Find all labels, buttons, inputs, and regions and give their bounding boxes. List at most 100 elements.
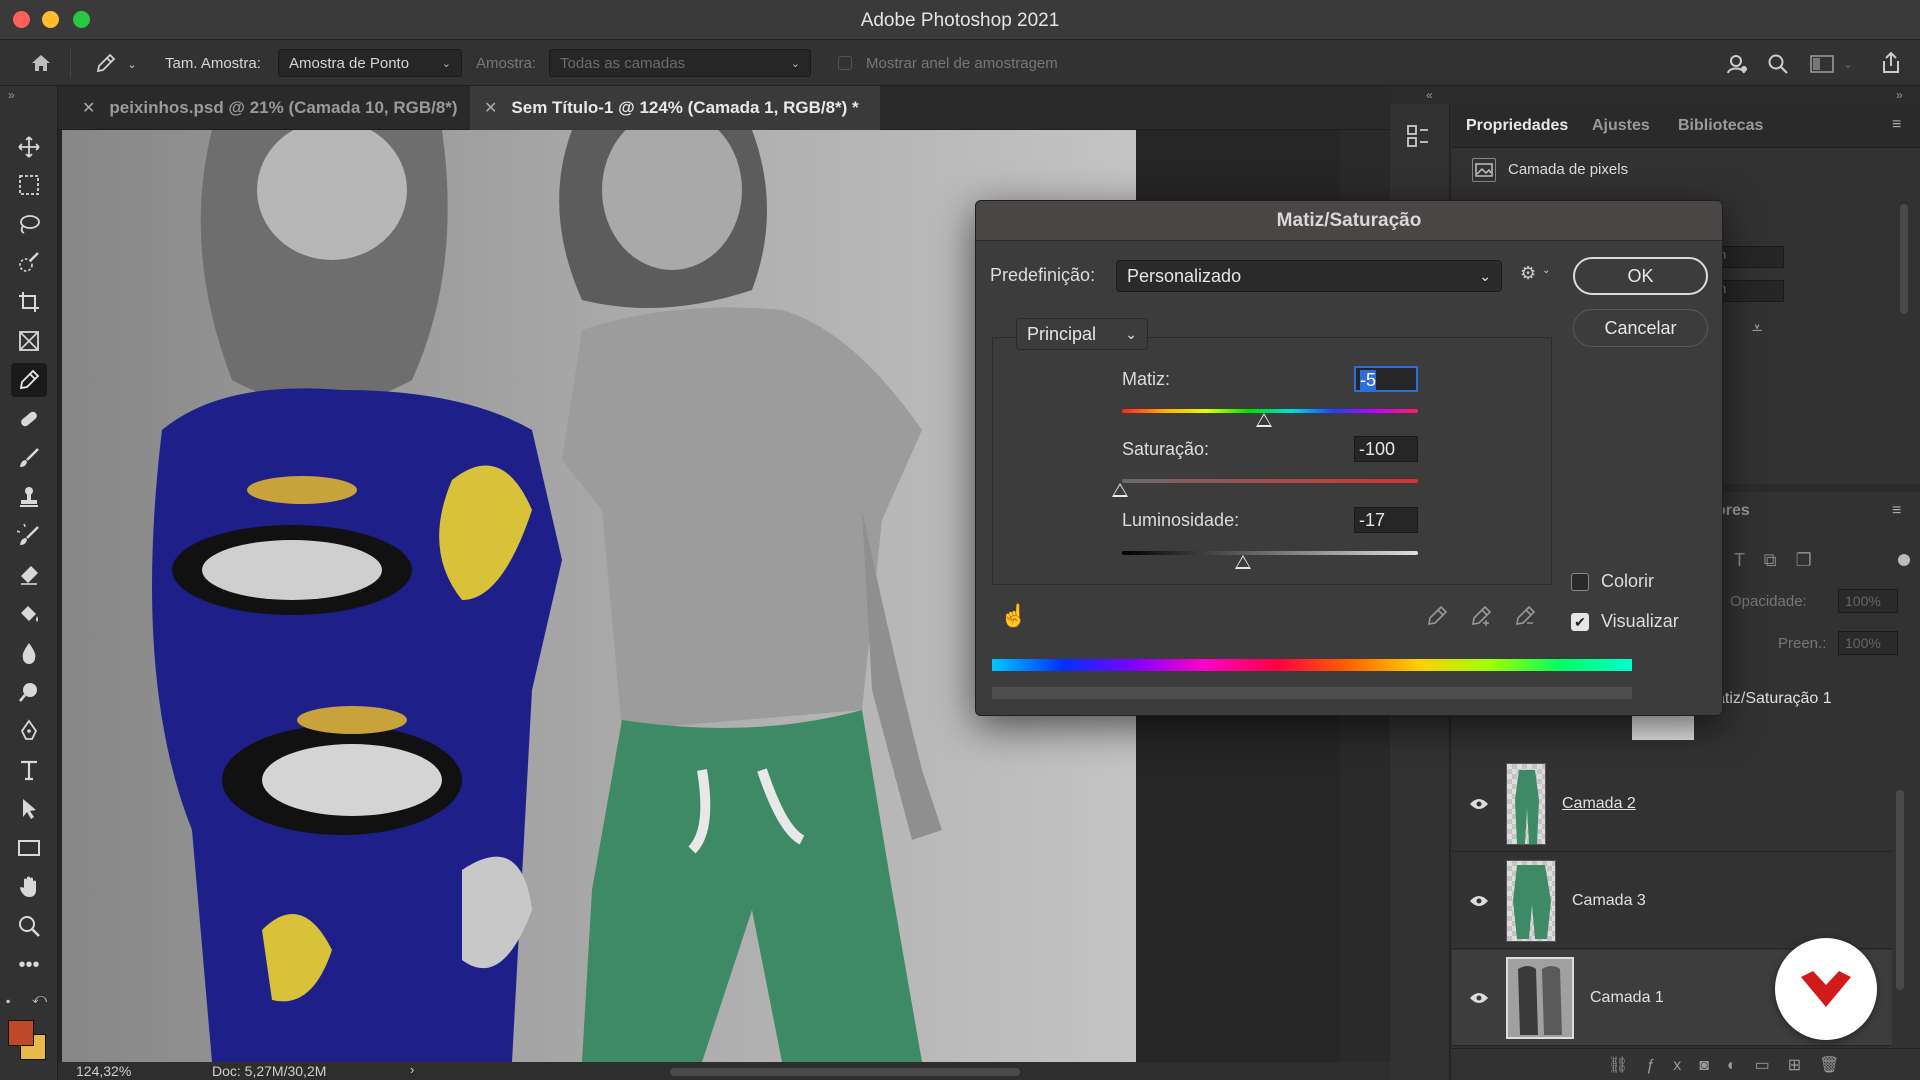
sample-size-select[interactable]: Amostra de Ponto ⌄: [278, 49, 462, 77]
zoom-level[interactable]: 124,32%: [76, 1063, 131, 1079]
foreground-color-swatch[interactable]: [8, 1020, 34, 1046]
search-icon[interactable]: [1764, 50, 1792, 78]
zoom-tool-icon[interactable]: [11, 909, 47, 943]
eyedropper-tool-preset-icon[interactable]: [92, 50, 120, 76]
document-tab[interactable]: ✕ peixinhos.psd @ 21% (Camada 10, RGB/8*…: [68, 86, 484, 130]
expand-panel-icon[interactable]: »: [8, 88, 15, 102]
fill-field[interactable]: 100%: [1838, 631, 1898, 655]
blur-tool-icon[interactable]: [11, 636, 47, 670]
share-icon[interactable]: [1876, 48, 1906, 78]
lightness-slider-track[interactable]: [1122, 551, 1418, 555]
document-tab[interactable]: ✕ Sem Título-1 @ 124% (Camada 1, RGB/8*)…: [470, 86, 880, 130]
hand-tool-icon[interactable]: [11, 870, 47, 904]
layer-row[interactable]: Camada 2: [1452, 756, 1892, 852]
trash-icon[interactable]: 🗑: [1819, 1057, 1857, 1074]
preset-select[interactable]: Personalizado ⌄: [1116, 260, 1502, 292]
clone-stamp-tool-icon[interactable]: [11, 480, 47, 514]
horizontal-scrollbar[interactable]: [670, 1068, 1020, 1076]
filter-toggle[interactable]: [1898, 554, 1910, 566]
frame-tool-icon[interactable]: [11, 324, 47, 358]
align-icon[interactable]: ⩡: [1752, 318, 1762, 339]
saturation-input[interactable]: -100: [1354, 436, 1418, 462]
eye-icon[interactable]: [1452, 894, 1506, 908]
layer-name[interactable]: Camada 3: [1572, 892, 1646, 910]
workspace-icon[interactable]: [1808, 50, 1836, 78]
eraser-tool-icon[interactable]: [11, 558, 47, 592]
add-mask-icon[interactable]: ◙: [1699, 1057, 1727, 1074]
sample-select[interactable]: Todas as camadas ⌄: [549, 49, 811, 77]
hue-input[interactable]: -5: [1354, 366, 1418, 392]
saturation-slider-thumb[interactable]: [1112, 483, 1128, 497]
panel-menu-icon[interactable]: ≡: [1892, 502, 1901, 520]
lightness-input[interactable]: -17: [1354, 507, 1418, 533]
property-field[interactable]: n: [1716, 280, 1784, 302]
link-layers-icon[interactable]: ⛓: [1608, 1057, 1646, 1074]
fx-icon[interactable]: ƒx: [1646, 1057, 1699, 1074]
eyedropper-plus-icon[interactable]: [1470, 605, 1494, 629]
targeted-adjustment-icon[interactable]: ☝: [1000, 603, 1027, 629]
layers-scrollbar[interactable]: [1896, 790, 1904, 990]
saturation-slider-track[interactable]: [1122, 479, 1418, 483]
chevron-down-icon[interactable]: ⌄: [126, 54, 138, 74]
eyedropper-icon[interactable]: [1426, 605, 1450, 629]
eye-icon[interactable]: [1452, 991, 1506, 1005]
preview-checkbox[interactable]: ✔: [1571, 613, 1589, 631]
brush-tool-icon[interactable]: [11, 441, 47, 475]
layer-name[interactable]: Camada 1: [1590, 989, 1664, 1007]
lasso-tool-icon[interactable]: [11, 207, 47, 241]
default-colors-icon[interactable]: ▪: [6, 994, 10, 1008]
hue-slider-thumb[interactable]: [1256, 413, 1272, 427]
home-icon[interactable]: [26, 50, 56, 76]
show-ring-checkbox[interactable]: [838, 56, 852, 70]
tab-properties[interactable]: Propriedades: [1466, 104, 1568, 148]
lightness-slider-thumb[interactable]: [1235, 555, 1251, 569]
cancel-button[interactable]: Cancelar: [1573, 309, 1708, 347]
eyedropper-minus-icon[interactable]: [1514, 605, 1538, 629]
layer-row[interactable]: Camada 3: [1452, 853, 1892, 949]
channel-select[interactable]: Principal ⌄: [1016, 318, 1148, 350]
account-icon[interactable]: [1722, 50, 1752, 78]
property-field[interactable]: n: [1716, 246, 1784, 268]
marquee-tool-icon[interactable]: [11, 168, 47, 202]
quick-selection-tool-icon[interactable]: [11, 246, 47, 280]
adjustment-icon[interactable]: ◐: [1727, 1057, 1755, 1074]
type-filter-icon[interactable]: T: [1734, 550, 1745, 570]
ok-button[interactable]: OK: [1573, 257, 1708, 295]
tab-libraries[interactable]: Bibliotecas: [1678, 104, 1763, 148]
crop-tool-icon[interactable]: [11, 285, 47, 319]
eye-icon[interactable]: [1452, 797, 1506, 811]
history-panel-icon[interactable]: [1404, 122, 1434, 152]
close-tab-icon[interactable]: ✕: [82, 98, 95, 118]
layer-name[interactable]: Camada 2: [1562, 795, 1636, 813]
properties-scrollbar[interactable]: [1900, 204, 1908, 314]
new-layer-icon[interactable]: ⊞: [1788, 1057, 1819, 1074]
type-tool-icon[interactable]: [11, 753, 47, 787]
chevron-down-icon[interactable]: ⌄: [1542, 265, 1550, 276]
collapse-panel-icon[interactable]: «: [1426, 88, 1433, 102]
opacity-field[interactable]: 100%: [1838, 589, 1898, 613]
close-tab-icon[interactable]: ✕: [484, 98, 497, 118]
chevron-right-icon[interactable]: ›: [410, 1062, 414, 1077]
expand-panel-icon[interactable]: »: [1896, 88, 1903, 102]
shape-filter-icon[interactable]: ⧉: [1764, 550, 1777, 570]
path-selection-tool-icon[interactable]: [11, 792, 47, 826]
adjustment-layer-name[interactable]: atiz/Saturação 1: [1716, 690, 1832, 708]
eyedropper-tool-icon[interactable]: [11, 363, 47, 397]
chevron-down-icon[interactable]: ⌄: [1842, 54, 1854, 74]
healing-brush-tool-icon[interactable]: [11, 402, 47, 436]
paint-bucket-tool-icon[interactable]: [11, 597, 47, 631]
panel-menu-icon[interactable]: ≡: [1892, 116, 1901, 134]
rectangle-tool-icon[interactable]: [11, 831, 47, 865]
adjustment-layer-mask[interactable]: [1632, 712, 1694, 740]
folder-icon[interactable]: ▭: [1755, 1057, 1788, 1074]
smart-object-filter-icon[interactable]: ❐: [1796, 550, 1812, 570]
pen-tool-icon[interactable]: [11, 714, 47, 748]
more-tools-icon[interactable]: •••: [11, 948, 47, 982]
history-brush-tool-icon[interactable]: [11, 519, 47, 553]
tab-adjustments[interactable]: Ajustes: [1592, 104, 1650, 148]
swap-colors-icon[interactable]: ⤺: [32, 990, 47, 1007]
gear-icon[interactable]: ⚙: [1520, 263, 1536, 284]
colorize-checkbox[interactable]: [1571, 573, 1589, 591]
dodge-tool-icon[interactable]: [11, 675, 47, 709]
move-tool-icon[interactable]: [11, 130, 47, 164]
